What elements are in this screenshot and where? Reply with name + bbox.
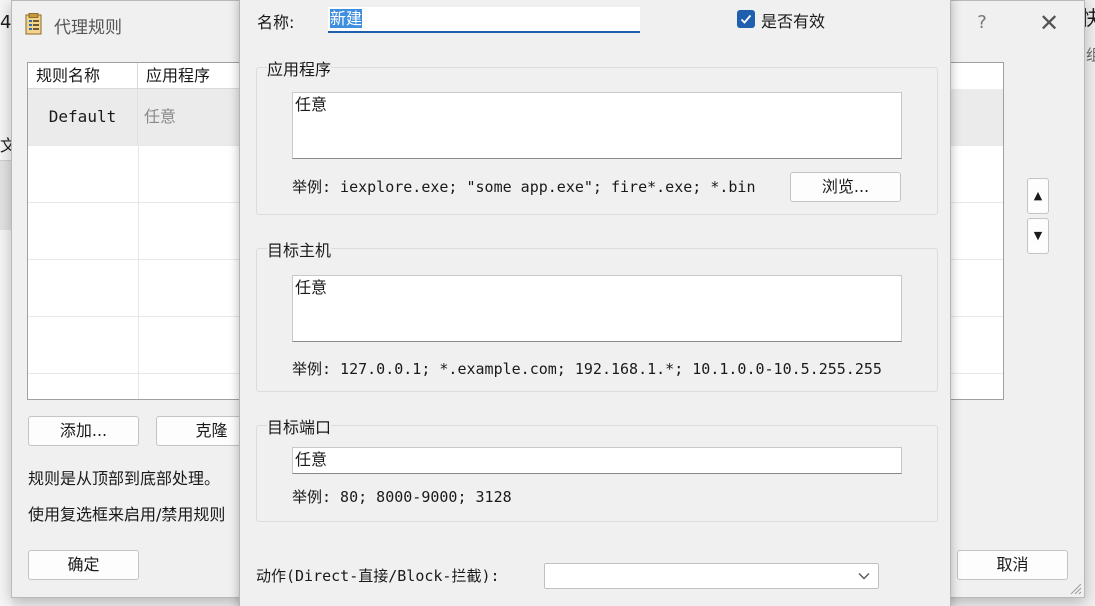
resize-grip-icon[interactable] [1068, 581, 1082, 595]
enabled-checkbox[interactable] [737, 10, 755, 28]
rules-order-hint: 规则是从顶部到底部处理。 [28, 469, 221, 488]
target-hosts-group-title: 目标主机 [267, 237, 332, 261]
rule-name-value: 新建 [330, 9, 363, 28]
enabled-label: 是否有效 [761, 12, 826, 31]
target-hosts-input[interactable]: 任意 [292, 275, 902, 342]
desktop: 4 文 快 组 代理规则 ? ✕ 规则名称 应用程序 Default 任意 ▲ … [0, 0, 1095, 606]
browse-button[interactable]: 浏览... [790, 172, 901, 202]
applications-example: 举例: iexplore.exe; "some app.exe"; fire*.… [292, 178, 756, 196]
target-ports-input[interactable]: 任意 [292, 447, 902, 474]
window-title: 代理规则 [54, 18, 122, 38]
close-icon[interactable]: ✕ [1038, 9, 1060, 37]
rule-name-input[interactable]: 新建 [328, 7, 640, 33]
triangle-down-icon: ▼ [1033, 229, 1043, 242]
triangle-up-icon: ▲ [1033, 189, 1043, 202]
applications-input[interactable]: 任意 [292, 92, 902, 159]
add-rule-button[interactable]: 添加... [28, 416, 139, 446]
edit-rule-dialog: 名称: 新建 是否有效 应用程序 任意 举例: iexplore.exe; "s… [239, 0, 951, 606]
background-glyph: 4 [0, 12, 12, 33]
applications-group-title: 应用程序 [267, 56, 332, 80]
chevron-down-icon [858, 573, 870, 580]
move-down-button[interactable]: ▼ [1027, 218, 1049, 254]
action-label: 动作(Direct-直接/Block-拦截): [256, 567, 500, 585]
rule-name-cell: Default [28, 89, 138, 145]
checkbox-hint: 使用复选框来启用/禁用规则 [28, 505, 226, 524]
target-hosts-example: 举例: 127.0.0.1; *.example.com; 192.168.1.… [292, 360, 882, 378]
target-ports-group-title: 目标端口 [267, 414, 332, 438]
target-ports-example: 举例: 80; 8000-9000; 3128 [292, 488, 512, 506]
column-header-rule-name[interactable]: 规则名称 [28, 63, 138, 89]
help-icon[interactable]: ? [974, 12, 990, 33]
move-up-button[interactable]: ▲ [1027, 178, 1049, 214]
action-select[interactable] [544, 563, 879, 589]
cancel-button[interactable]: 取消 [957, 550, 1068, 580]
name-label: 名称: [257, 13, 295, 32]
ok-button[interactable]: 确定 [28, 550, 139, 580]
rules-app-icon [25, 13, 42, 35]
background-glyph: 组 [1085, 46, 1095, 64]
checkmark-icon [740, 14, 752, 24]
rule-app-cell: 任意 [144, 107, 177, 126]
